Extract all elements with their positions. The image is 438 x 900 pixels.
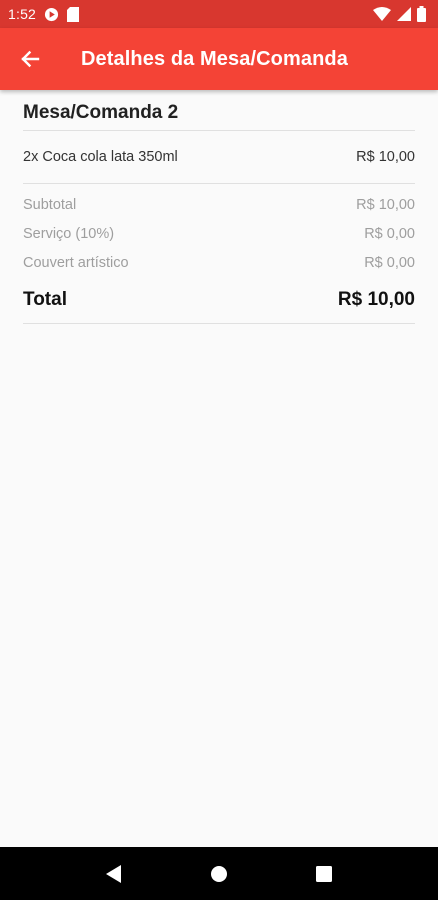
sd-card-icon <box>67 6 80 22</box>
signal-icon <box>397 7 411 21</box>
subtotal-value: R$ 10,00 <box>356 196 415 213</box>
divider <box>23 323 415 324</box>
navigation-bar <box>0 847 438 900</box>
nav-home-button[interactable] <box>199 854 239 894</box>
back-button[interactable] <box>0 28 64 90</box>
list-item: 2x Coca cola lata 350ml R$ 10,00 <box>23 131 415 183</box>
service-label: Serviço (10%) <box>23 225 115 242</box>
battery-icon <box>417 6 426 22</box>
back-triangle-icon <box>106 864 122 883</box>
total-row: Total R$ 10,00 <box>23 277 415 323</box>
page-title: Detalhes da Mesa/Comanda <box>81 47 348 70</box>
arrow-left-icon <box>20 49 40 69</box>
table-title: Mesa/Comanda 2 <box>23 102 179 123</box>
subtotal-row: Subtotal R$ 10,00 <box>23 190 415 219</box>
recents-square-icon <box>315 865 332 882</box>
status-bar: 1:52 <box>0 0 438 28</box>
order-details: Mesa/Comanda 2 2x Coca cola lata 350ml R… <box>23 90 415 324</box>
nav-recents-button[interactable] <box>304 854 344 894</box>
service-row: Serviço (10%) R$ 0,00 <box>23 219 415 248</box>
couvert-label: Couvert artístico <box>23 254 129 271</box>
home-circle-icon <box>210 865 228 883</box>
couvert-value: R$ 0,00 <box>364 254 415 271</box>
nav-back-button[interactable] <box>94 854 134 894</box>
total-value: R$ 10,00 <box>337 289 415 310</box>
item-description: 2x Coca cola lata 350ml <box>23 149 178 165</box>
couvert-row: Couvert artístico R$ 0,00 <box>23 248 415 277</box>
app-bar: Detalhes da Mesa/Comanda <box>0 28 438 90</box>
status-time: 1:52 <box>8 6 37 22</box>
summary: Subtotal R$ 10,00 Serviço (10%) R$ 0,00 … <box>23 184 415 277</box>
subtotal-label: Subtotal <box>23 196 77 213</box>
status-left: 1:52 <box>8 6 80 22</box>
wifi-icon <box>373 7 391 21</box>
total-label: Total <box>23 289 67 310</box>
item-price: R$ 10,00 <box>356 149 415 165</box>
play-protect-icon <box>44 7 59 22</box>
service-value: R$ 0,00 <box>364 225 415 242</box>
status-right <box>373 6 426 22</box>
